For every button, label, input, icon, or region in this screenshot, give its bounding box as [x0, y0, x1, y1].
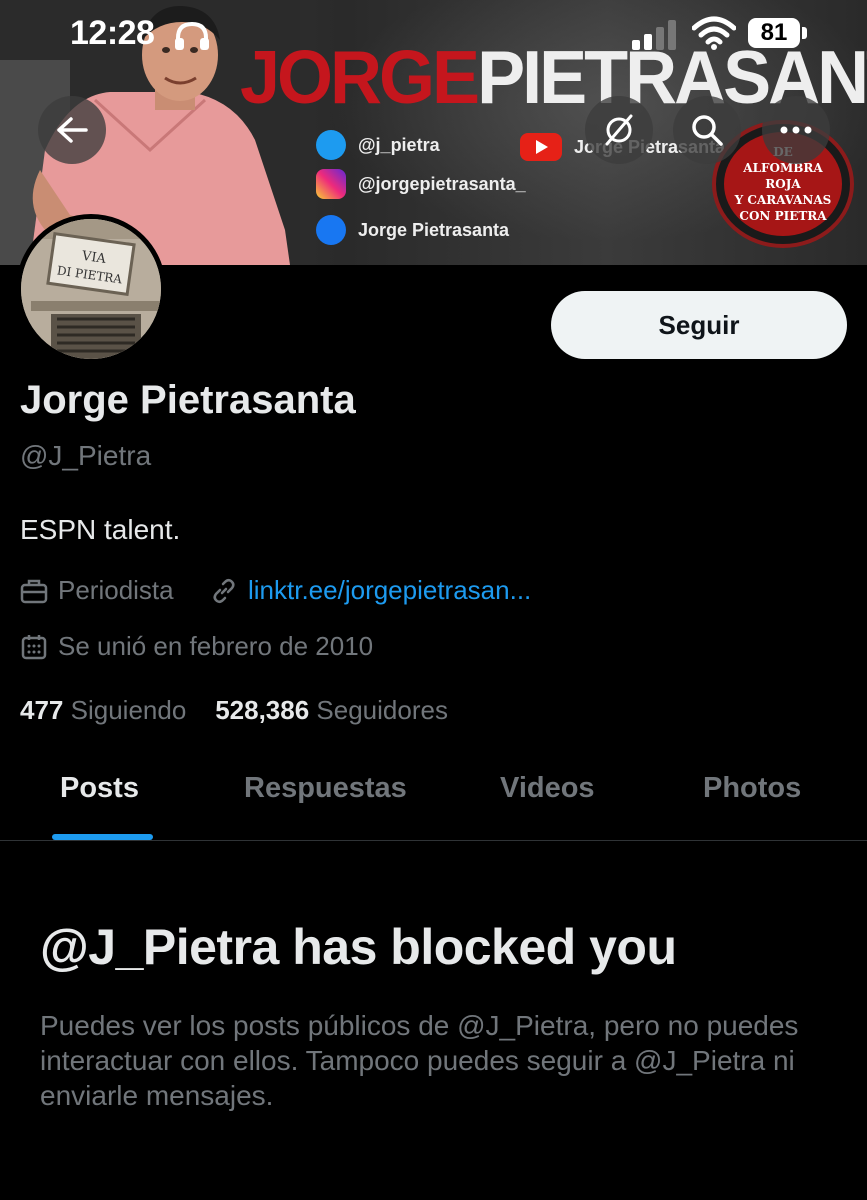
followers-label: Seguidores — [316, 695, 448, 725]
eye-slash-icon — [605, 114, 633, 146]
profession-text: Periodista — [58, 575, 174, 605]
mute-button[interactable] — [585, 96, 653, 164]
banner-instagram-row: @jorgepietrasanta_ — [316, 169, 526, 199]
followers-count: 528,386 — [215, 695, 310, 725]
profile-profession: Periodista — [20, 575, 174, 606]
tab-replies[interactable]: Respuestas — [244, 772, 407, 805]
profile-stats: 477 Siguiendo 528,386 Seguidores — [20, 695, 448, 726]
more-dots-icon — [780, 126, 812, 134]
profile-link-text[interactable]: linktr.ee/jorgepietrasan... — [248, 575, 531, 606]
back-button[interactable] — [38, 96, 106, 164]
banner-facebook-name: Jorge Pietrasanta — [358, 219, 510, 240]
youtube-icon — [520, 133, 562, 161]
tabs-divider — [0, 840, 867, 841]
banner-twitter-row: @j_pietra — [316, 130, 440, 160]
joined-text: Se unió en febrero de 2010 — [58, 631, 374, 661]
tab-posts[interactable]: Posts — [60, 772, 139, 805]
profile-name: Jorge Pietrasanta — [20, 378, 356, 422]
battery-indicator: 81 — [748, 18, 800, 48]
following-count: 477 — [20, 695, 64, 725]
blocked-title: @J_Pietra has blocked you — [40, 919, 677, 975]
following-link[interactable]: 477 Siguiendo — [20, 695, 186, 725]
banner-instagram-handle: @jorgepietrasanta_ — [358, 173, 526, 194]
banner-twitter-handle: @j_pietra — [358, 134, 440, 155]
following-label: Siguiendo — [70, 695, 187, 725]
link-icon — [213, 578, 235, 603]
twitter-icon — [316, 130, 346, 160]
profile-bio: ESPN talent. — [20, 514, 181, 545]
headphones-icon — [175, 21, 209, 50]
status-time: 12:28 — [70, 14, 155, 52]
arrow-left-icon — [57, 117, 88, 143]
avatar[interactable]: VIA DI PIETRA — [16, 214, 166, 364]
tab-photos[interactable]: Photos — [703, 772, 801, 805]
cellular-signal-icon — [632, 20, 676, 50]
more-button[interactable] — [762, 96, 830, 164]
badge-line: CON PIETRA — [739, 209, 827, 223]
calendar-icon — [21, 634, 47, 659]
follow-button[interactable]: Seguir — [551, 291, 847, 359]
search-icon — [692, 115, 723, 146]
profile-link[interactable]: linktr.ee/jorgepietrasan... — [210, 575, 531, 606]
search-button[interactable] — [673, 96, 741, 164]
blocked-description: Puedes ver los posts públicos de @J_Piet… — [40, 1010, 799, 1111]
instagram-icon — [316, 169, 346, 199]
profile-joined: Se unió en febrero de 2010 — [20, 631, 373, 662]
followers-link[interactable]: 528,386 Seguidores — [215, 695, 448, 725]
profile-handle: @J_Pietra — [20, 440, 152, 471]
badge-line: ALFOMBRA ROJA — [743, 161, 823, 191]
battery-tip — [802, 27, 807, 39]
banner-facebook-row: Jorge Pietrasanta — [316, 215, 509, 245]
tab-videos[interactable]: Videos — [500, 772, 595, 805]
facebook-icon — [316, 215, 346, 245]
briefcase-icon — [20, 579, 48, 603]
badge-line: Y CARAVANAS — [734, 193, 832, 207]
wifi-icon — [692, 16, 736, 50]
avatar-image: VIA DI PIETRA — [21, 219, 161, 359]
banner-title-first: JORGE — [240, 36, 480, 120]
